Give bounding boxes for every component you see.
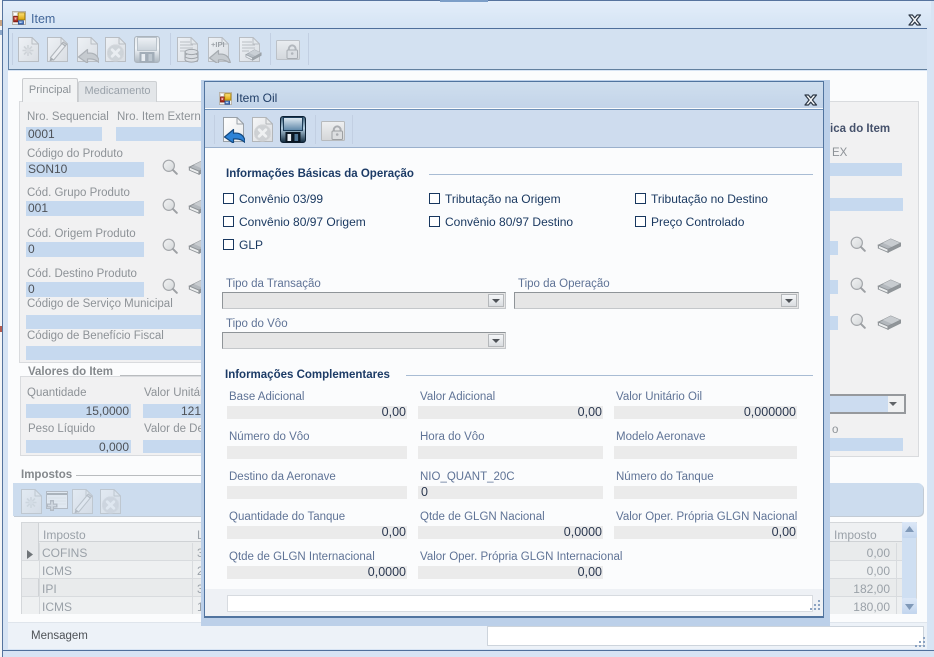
svg-text:+IPI: +IPI	[211, 40, 225, 49]
